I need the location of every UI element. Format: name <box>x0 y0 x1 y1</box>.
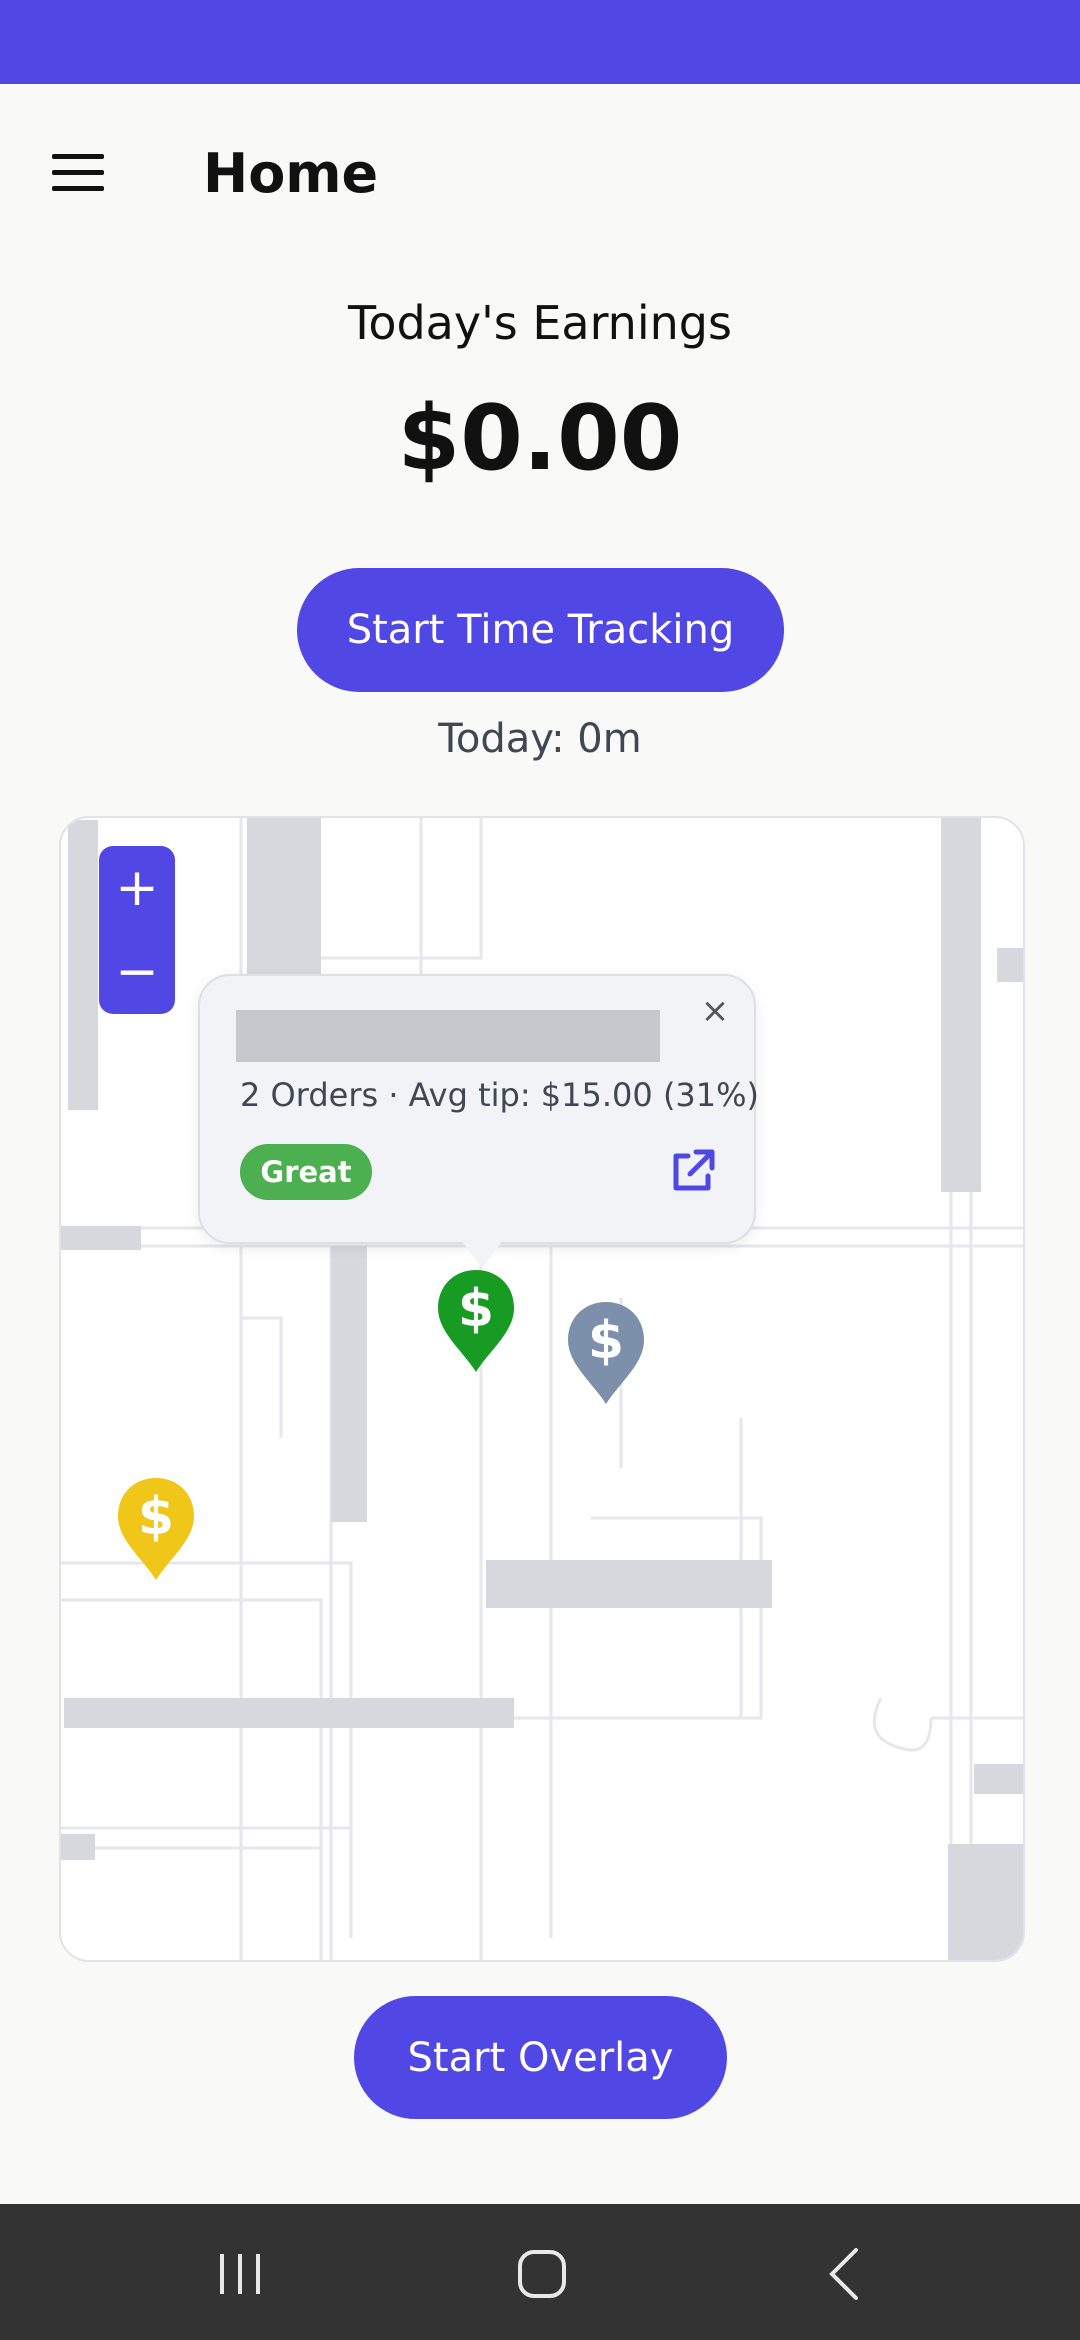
zoom-out-button[interactable]: − <box>99 930 175 1014</box>
dollar-icon: $ <box>138 1487 174 1547</box>
dollar-pin-yellow[interactable]: $ <box>114 1474 198 1584</box>
dollar-icon: $ <box>458 1279 494 1339</box>
dollar-pin-green[interactable]: $ <box>434 1266 518 1376</box>
start-time-tracking-button[interactable]: Start Time Tracking <box>297 568 784 692</box>
dollar-icon: $ <box>588 1311 624 1371</box>
start-overlay-button[interactable]: Start Overlay <box>354 1996 727 2119</box>
system-nav-bar <box>0 2204 1080 2340</box>
map-info-popup: × 2 Orders · Avg tip: $15.00 (31%) Great <box>198 974 760 1244</box>
close-icon[interactable]: × <box>694 990 736 1032</box>
page-title: Home <box>203 142 379 205</box>
open-link-icon[interactable] <box>664 1144 720 1200</box>
recent-apps-icon[interactable] <box>200 2242 280 2306</box>
zoom-in-button[interactable]: + <box>99 846 175 930</box>
zoom-control: + − <box>99 846 175 1014</box>
home-icon[interactable] <box>502 2242 582 2306</box>
rating-badge: Great <box>240 1144 372 1200</box>
menu-icon[interactable] <box>28 134 128 214</box>
popup-summary: 2 Orders · Avg tip: $15.00 (31%) <box>240 1076 760 1114</box>
popup-title-redacted <box>236 1010 660 1062</box>
earnings-amount: $0.00 <box>397 386 683 491</box>
back-icon[interactable] <box>804 2242 884 2306</box>
dollar-pin-gray[interactable]: $ <box>564 1298 648 1408</box>
earnings-label: Today's Earnings <box>348 296 732 350</box>
app-header: Home <box>0 84 1080 244</box>
popup-pointer <box>458 1236 506 1268</box>
status-bar <box>0 0 1080 84</box>
today-tracked-time: Today: 0m <box>438 716 642 762</box>
